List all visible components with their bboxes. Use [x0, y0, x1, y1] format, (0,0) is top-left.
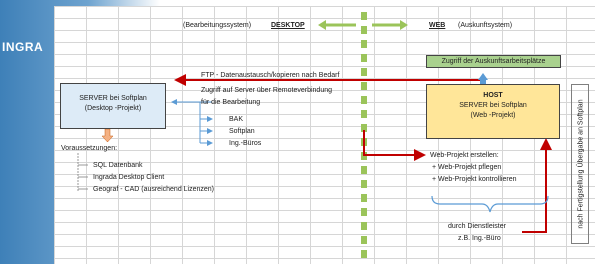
web-project-arrow	[363, 130, 426, 161]
web-arrow-head	[400, 20, 408, 30]
remote-line2: für die Bearbeitung	[201, 99, 261, 106]
handover-box	[571, 84, 589, 244]
remote-item-bak: BAK	[229, 116, 244, 123]
access-box-label: Zugriff der Auskunftsarbeitsplätze	[441, 58, 546, 65]
remote-line1: Zugriff auf Server über Remoteverbindung	[201, 87, 332, 94]
desktop-title: DESKTOP	[271, 22, 305, 29]
web-project-title: Web-Projekt erstellen:	[430, 152, 499, 159]
ftp-label: FTP - Datenaustausch/kopieren nach Bedar…	[201, 72, 340, 79]
web-project-brace	[431, 195, 549, 213]
prereq-item-2: Ingrada Desktop Client	[93, 174, 165, 181]
desktop-server-line1: SERVER bei Softplan	[79, 95, 147, 102]
provider-return-arrow	[522, 138, 552, 233]
remote-item-ingbueros: Ing.-Büros	[229, 140, 262, 147]
host-access-arrow	[478, 73, 488, 84]
prereq-item-3: Geograf - CAD (ausreichend Lizenzen)	[93, 186, 215, 193]
desktop-server-box: SERVER bei Softplan (Desktop -Projekt)	[60, 83, 166, 129]
web-note: (Auskunftsystem)	[458, 22, 513, 29]
prerequisites-title: Voraussetzungen:	[61, 145, 118, 152]
host-line3: (Web -Projekt)	[470, 112, 516, 119]
remote-item-softplan: Softplan	[229, 128, 255, 135]
web-title: WEB	[429, 22, 446, 29]
host-line2: SERVER bei Softplan	[459, 102, 527, 109]
desktop-arrow-head	[318, 20, 326, 30]
provider-line1: durch Dienstleister	[448, 223, 506, 230]
prereq-item-1: SQL Datenbank	[93, 162, 143, 169]
web-project-item-1: + Web-Projekt pflegen	[432, 164, 502, 171]
desktop-server-line2: (Desktop -Projekt)	[84, 105, 142, 112]
provider-line2: z.B. Ing.-Büro	[458, 235, 501, 242]
web-project-item-2: + Web-Projekt kontrollieren	[432, 176, 517, 183]
desktop-note: (Bearbeitungssystem)	[183, 22, 252, 29]
host-box: HOST SERVER bei Softplan (Web -Projekt)	[426, 84, 560, 139]
access-box: Zugriff der Auskunftsarbeitsplätze	[426, 55, 561, 68]
prerequisites-arrow	[101, 128, 114, 143]
host-title: HOST	[483, 92, 503, 99]
